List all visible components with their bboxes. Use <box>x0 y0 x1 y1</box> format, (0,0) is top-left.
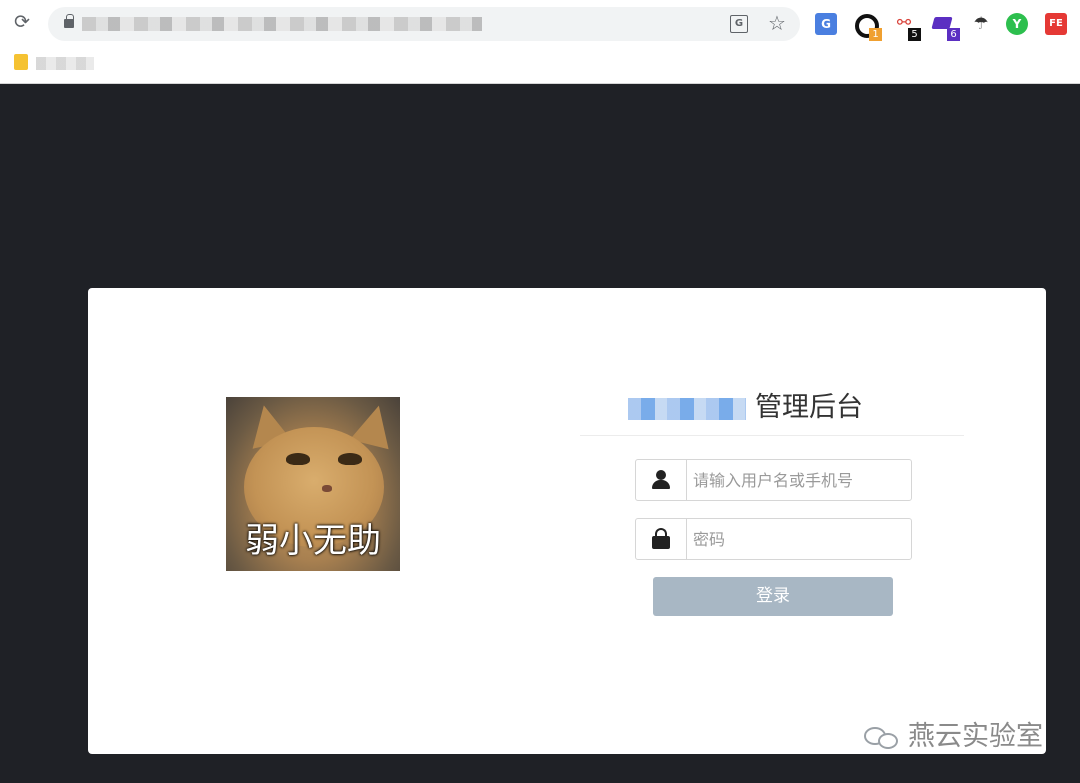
address-bar[interactable]: G ☆ <box>48 7 800 41</box>
graduation-cap-extension-icon[interactable]: 6 <box>932 13 960 41</box>
user-icon <box>636 460 687 500</box>
password-field <box>635 518 912 560</box>
chain-link-extension-icon[interactable]: ⚯ 5 <box>893 13 921 41</box>
username-input[interactable] <box>688 460 910 500</box>
fe-extension-icon[interactable]: FE <box>1045 13 1067 35</box>
bookmark-label-redacted[interactable] <box>36 57 94 70</box>
extension-badge: 6 <box>947 28 960 41</box>
extension-badge: 1 <box>869 28 882 41</box>
cat-eye <box>286 453 310 465</box>
watermark-text: 燕云实验室 <box>908 721 1043 752</box>
y-extension-icon[interactable]: Y <box>1006 13 1028 35</box>
page-title-text: 管理后台 <box>755 392 863 423</box>
google-translate-extension-icon[interactable]: G <box>815 13 837 35</box>
url-text-redacted <box>82 17 482 31</box>
reload-icon[interactable]: ⟳ <box>12 12 32 32</box>
browser-toolbar: ⟳ G ☆ G 1 ⚯ 5 6 ☂ Y FE <box>0 0 1080 84</box>
bookmark-star-icon[interactable]: ☆ <box>766 11 788 35</box>
padlock-icon <box>636 519 687 559</box>
bookmark-folder-icon[interactable] <box>14 54 28 70</box>
cat-eye <box>338 453 362 465</box>
extension-badge: 5 <box>908 28 921 41</box>
umbrella-extension-icon[interactable]: ☂ <box>970 13 992 35</box>
password-input[interactable] <box>688 519 910 559</box>
page-title: 管理后台 <box>628 388 948 428</box>
username-field <box>635 459 912 501</box>
login-button[interactable]: 登录 <box>653 577 893 616</box>
cat-nose <box>322 485 332 492</box>
wechat-icon <box>862 723 902 751</box>
meme-caption: 弱小无助 <box>245 521 381 561</box>
title-divider <box>580 435 964 436</box>
site-name-redacted <box>628 398 746 420</box>
cat-meme-image: 弱小无助 <box>226 397 400 571</box>
login-card: 弱小无助 管理后台 登录 <box>88 288 1046 754</box>
ring-extension-icon[interactable]: 1 <box>854 13 882 41</box>
lock-icon <box>64 14 74 28</box>
translate-icon[interactable]: G <box>730 15 748 33</box>
